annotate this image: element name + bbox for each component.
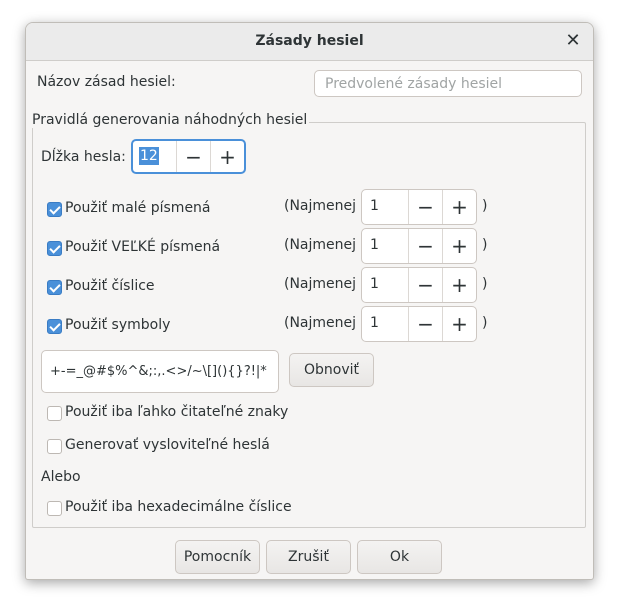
minus-icon[interactable]: − [408,307,442,341]
pronounceable-label: Generovať vysloviteľné heslá [65,437,270,453]
titlebar: Zásady hesiel ✕ [26,23,593,61]
uppercase-close-paren: ) [482,237,488,253]
digits-min-value[interactable]: 1 [362,268,408,302]
lowercase-min-label: (Najmenej [284,198,357,214]
or-label: Alebo [41,469,81,485]
refresh-button[interactable]: Obnoviť [289,353,374,387]
symbols-close-paren: ) [482,315,488,331]
hex-checkbox[interactable] [47,501,62,516]
digits-close-paren: ) [482,276,488,292]
cancel-button[interactable]: Zrušiť [266,540,351,574]
plus-icon[interactable]: + [442,268,476,302]
help-button[interactable]: Pomocník [175,540,260,574]
digits-min-label: (Najmenej [284,276,357,292]
close-icon[interactable]: ✕ [563,31,583,51]
length-value[interactable]: 12 [139,147,159,165]
uppercase-min-label: (Najmenej [284,237,357,253]
hex-label: Použiť iba hexadecimálne číslice [65,499,292,515]
digits-label: Použiť číslice [65,278,155,294]
lowercase-min-spinner[interactable]: 1 − + [361,189,477,225]
lowercase-min-value[interactable]: 1 [362,190,408,224]
ok-button[interactable]: Ok [357,540,442,574]
symbols-min-label: (Najmenej [284,315,357,331]
password-policy-dialog: Zásady hesiel ✕ Názov zásad hesiel: Prav… [25,22,594,580]
minus-icon[interactable]: − [408,190,442,224]
symbols-min-spinner[interactable]: 1 − + [361,306,477,342]
minus-icon[interactable]: − [408,268,442,302]
dialog-title: Zásady hesiel [255,33,364,49]
length-label: Dĺžka hesla: [41,149,126,165]
readable-checkbox[interactable] [47,406,62,421]
plus-icon[interactable]: + [442,307,476,341]
plus-icon[interactable]: + [442,229,476,263]
symbols-checkbox[interactable] [47,319,62,334]
readable-label: Použiť iba ľahko čitateľné znaky [65,404,289,420]
uppercase-label: Použiť VEĽKÉ písmená [65,239,221,255]
digits-min-spinner[interactable]: 1 − + [361,267,477,303]
lowercase-close-paren: ) [482,198,488,214]
policy-name-input[interactable] [314,70,582,97]
plus-icon[interactable]: + [210,141,244,172]
uppercase-checkbox[interactable] [47,241,62,256]
pronounceable-checkbox[interactable] [47,439,62,454]
rules-frame-label: Pravidlá generovania náhodných hesiel [32,112,310,128]
length-spinner[interactable]: 12 − + [131,139,246,174]
symbols-label: Použiť symboly [65,317,171,333]
digits-checkbox[interactable] [47,280,62,295]
symbols-min-value[interactable]: 1 [362,307,408,341]
minus-icon[interactable]: − [176,141,210,172]
lowercase-label: Použiť malé písmená [65,200,211,216]
symbols-input[interactable]: +-=_@#$%^&;:,.<>/~\[](){}?!|* [41,350,279,393]
uppercase-min-spinner[interactable]: 1 − + [361,228,477,264]
minus-icon[interactable]: − [408,229,442,263]
lowercase-checkbox[interactable] [47,202,62,217]
policy-name-label: Názov zásad hesiel: [37,74,176,90]
plus-icon[interactable]: + [442,190,476,224]
uppercase-min-value[interactable]: 1 [362,229,408,263]
